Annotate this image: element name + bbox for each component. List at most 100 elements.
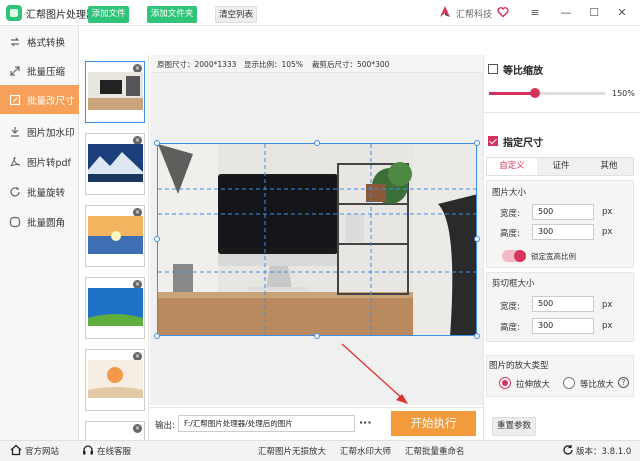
brand-name[interactable]: 汇帮科技 — [456, 7, 492, 20]
app-logo-icon — [6, 5, 22, 21]
thumbnail-item[interactable]: ✕ — [85, 61, 145, 123]
heart-icon[interactable] — [497, 6, 509, 18]
width-input[interactable]: 500 — [532, 204, 594, 220]
crop-handle-right[interactable] — [474, 236, 480, 242]
footer-link-watermark[interactable]: 汇帮水印大师 — [340, 445, 391, 457]
close-icon[interactable]: ✕ — [612, 4, 632, 22]
thumbnail-item[interactable]: ✕ — [85, 349, 145, 411]
output-path-field[interactable]: F:/汇帮图片处理器/处理后的图片 — [178, 415, 355, 432]
thumbnail-item[interactable]: ✕ — [85, 133, 145, 195]
minimize-icon[interactable]: — — [556, 4, 576, 22]
pdf-icon — [9, 156, 21, 168]
sidebar-item-label: 格式转换 — [27, 37, 66, 49]
browse-output-button[interactable]: ··· — [359, 416, 372, 429]
watermark-icon — [9, 126, 21, 138]
proportional-label: 等比缩放 — [503, 66, 543, 77]
width-label: 宽度: — [500, 209, 520, 219]
display-ratio: 显示比例：105% — [244, 60, 303, 69]
swap-icon — [9, 36, 21, 48]
maximize-icon[interactable]: ☐ — [584, 4, 604, 22]
custom-size-label: 指定尺寸 — [503, 138, 543, 149]
proportional-enlarge-label: 等比放大 — [580, 380, 615, 390]
preview-image[interactable] — [157, 143, 477, 336]
crop-handle-top-right[interactable] — [474, 140, 480, 146]
support-link[interactable]: 在线客服 — [97, 445, 131, 457]
thumbnail-image — [88, 72, 143, 110]
thumbnail-image — [88, 144, 143, 182]
footer-link-upscale[interactable]: 汇帮图片无损放大 — [258, 445, 326, 457]
resize-icon — [9, 94, 21, 106]
sidebar-item-watermark[interactable]: 图片加水印 — [0, 117, 79, 146]
thumbnail-image — [88, 360, 143, 398]
sidebar-item-round-corner[interactable]: 批量圆角 — [0, 207, 79, 236]
help-icon[interactable]: ? — [618, 377, 629, 388]
height-label: 高度: — [500, 229, 520, 239]
scale-slider-fill — [489, 92, 535, 95]
crop-handle-top-left[interactable] — [154, 140, 160, 146]
start-button[interactable]: 开始执行 — [391, 411, 476, 436]
size-tabs: 自定义 证件 其他 — [486, 157, 634, 176]
height-input[interactable]: 300 — [532, 224, 594, 240]
footer-link-rename[interactable]: 汇帮批量重命名 — [405, 445, 465, 457]
output-label: 输出: — [155, 421, 175, 431]
stretch-label: 拉伸放大 — [516, 380, 551, 390]
tab-other[interactable]: 其他 — [585, 158, 633, 175]
thumbnail-item[interactable]: ✕ — [85, 277, 145, 339]
thumbnail-list[interactable]: ✕ ✕ ✕ ✕ ✕ ✕ — [81, 55, 149, 440]
sidebar: 格式转换 批量压缩 批量改尺寸 图片加水印 图片转pdf 批量旋转 批量圆角 — [0, 26, 79, 440]
image-info-bar: 原图尺寸：2000*1333 显示比例：105% 裁剪后尺寸：500*300 — [150, 55, 483, 73]
crop-handle-bottom-right[interactable] — [474, 333, 480, 339]
brand-logo-icon — [440, 6, 450, 17]
app-title: 汇帮图片处理器 — [26, 10, 96, 21]
rotate-icon — [9, 186, 21, 198]
thumbnail-image — [88, 288, 143, 326]
round-corner-icon — [9, 216, 21, 228]
crop-height-input[interactable]: 300 — [532, 318, 594, 334]
thumbnail-item[interactable]: ✕ — [85, 205, 145, 267]
tab-certificate[interactable]: 证件 — [537, 158, 585, 175]
remove-thumbnail-icon[interactable]: ✕ — [133, 424, 142, 433]
crop-handle-bottom-left[interactable] — [154, 333, 160, 339]
crop-width-unit: px — [602, 300, 613, 310]
scale-slider-handle[interactable] — [530, 88, 540, 98]
stretch-radio[interactable] — [499, 377, 511, 389]
original-size: 原图尺寸：2000*1333 — [157, 60, 237, 69]
annotation-arrow-icon — [341, 343, 408, 404]
crop-height-unit: px — [602, 321, 613, 331]
tab-custom[interactable]: 自定义 — [487, 158, 537, 175]
crop-width-input[interactable]: 500 — [532, 296, 594, 312]
crop-handle-bottom[interactable] — [314, 333, 320, 339]
width-unit: px — [602, 207, 613, 217]
crop-height-label: 高度: — [500, 323, 520, 333]
proportional-checkbox[interactable] — [488, 64, 498, 74]
menu-icon[interactable]: ≡ — [525, 4, 545, 22]
toolbar — [80, 26, 483, 54]
crop-width-label: 宽度: — [500, 302, 520, 312]
height-unit: px — [602, 227, 613, 237]
compress-icon — [9, 65, 21, 77]
thumbnail-image — [88, 216, 143, 254]
headset-icon — [83, 445, 93, 455]
add-folder-button[interactable]: 添加文件夹 — [147, 6, 197, 23]
version-label: 版本：3.8.1.0 — [576, 447, 632, 457]
sidebar-item-format-convert[interactable]: 格式转换 — [0, 27, 79, 56]
crop-size-title: 剪切框大小 — [492, 279, 535, 289]
sidebar-item-label: 图片转pdf — [27, 157, 71, 169]
crop-handle-top[interactable] — [314, 140, 320, 146]
reset-button[interactable]: 重置参数 — [492, 417, 536, 436]
add-file-button[interactable]: 添加文件 — [88, 6, 129, 23]
clear-list-button[interactable]: 清空列表 — [215, 6, 257, 23]
crop-handle-left[interactable] — [154, 236, 160, 242]
sidebar-item-rotate[interactable]: 批量旋转 — [0, 177, 79, 206]
thumbnail-item[interactable]: ✕ — [85, 421, 145, 440]
proportional-enlarge-radio[interactable] — [563, 377, 575, 389]
website-link[interactable]: 官方网站 — [25, 445, 59, 457]
custom-size-checkbox[interactable] — [488, 136, 498, 146]
home-icon — [10, 444, 22, 456]
sidebar-item-resize[interactable]: 批量改尺寸 — [0, 85, 79, 114]
lock-ratio-toggle[interactable] — [502, 250, 526, 262]
sidebar-item-to-pdf[interactable]: 图片转pdf — [0, 147, 79, 176]
sidebar-item-label: 批量压缩 — [27, 66, 66, 78]
sidebar-item-compress[interactable]: 批量压缩 — [0, 56, 79, 85]
sidebar-item-label: 批量旋转 — [27, 187, 66, 199]
